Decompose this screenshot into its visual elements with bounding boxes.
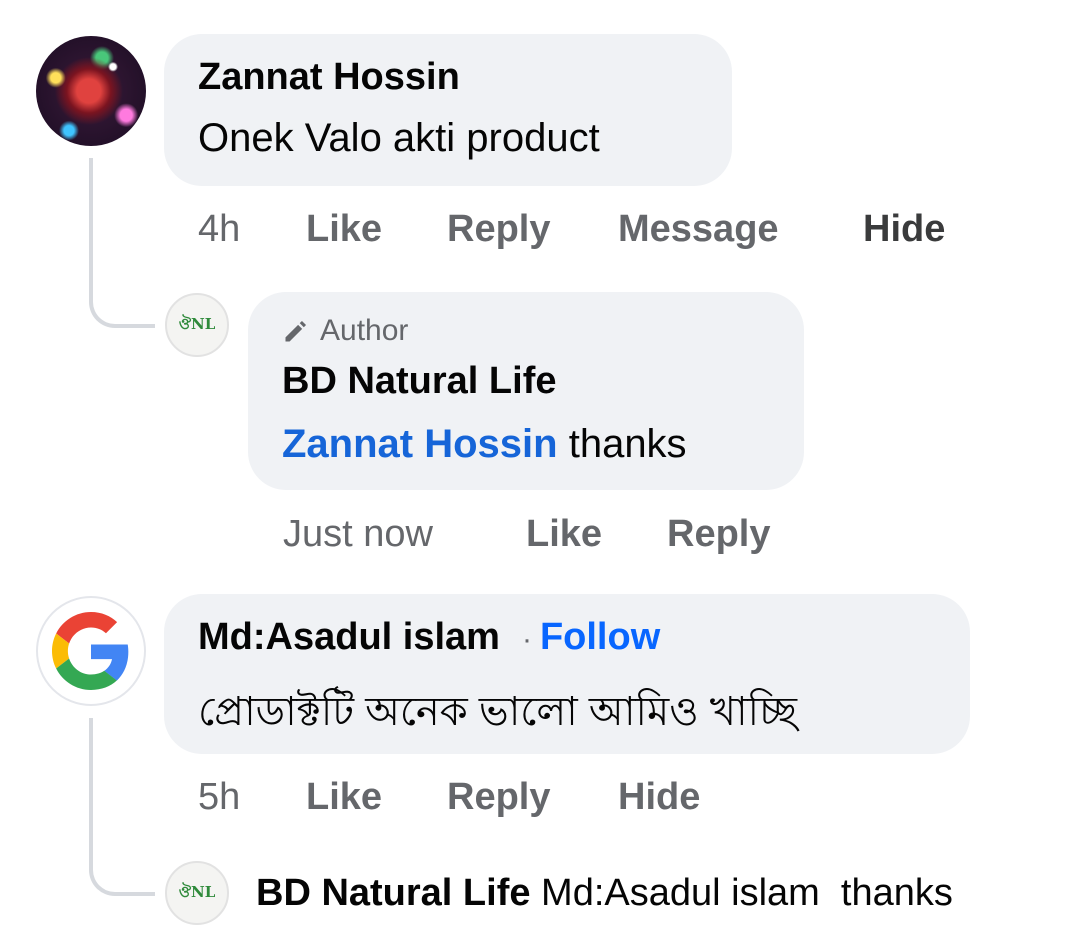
- comment-text: প্রোডাক্টটি অনেক ভালো আমিও খাচ্ছি: [198, 690, 797, 734]
- commenter-avatar[interactable]: [36, 36, 146, 146]
- reply-reply-button[interactable]: Reply: [667, 513, 770, 556]
- commenter-avatar[interactable]: [36, 596, 146, 706]
- follow-separator: ·: [521, 623, 532, 656]
- page-avatar[interactable]: ঔNL: [165, 861, 229, 925]
- reply-preview[interactable]: BD Natural Life Md:Asadul islam thanks: [256, 872, 953, 915]
- hide-button[interactable]: Hide: [618, 776, 700, 819]
- reply-button[interactable]: Reply: [447, 776, 550, 819]
- comment-bubble[interactable]: Md:Asadul islam · Follow প্রোডাক্টটি অনে…: [164, 594, 970, 754]
- reply-bubble[interactable]: Author BD Natural Life Zannat Hossin tha…: [248, 292, 804, 490]
- message-button[interactable]: Message: [618, 208, 779, 251]
- page-avatar[interactable]: ঔNL: [165, 293, 229, 357]
- page-logo-icon: ঔNL: [178, 314, 216, 333]
- reply-text-body: thanks: [557, 422, 687, 466]
- reply-time[interactable]: Just now: [283, 513, 433, 556]
- pencil-icon: [285, 320, 307, 342]
- comment-bubble[interactable]: Zannat Hossin Onek Valo akti product: [164, 34, 732, 186]
- comment-header: Md:Asadul islam · Follow: [198, 616, 660, 659]
- like-button[interactable]: Like: [306, 776, 382, 819]
- reply-like-button[interactable]: Like: [526, 513, 602, 556]
- author-badge-label: Author: [320, 314, 409, 347]
- reply-text: Zannat Hossin thanks: [282, 422, 687, 467]
- mention-link[interactable]: Zannat Hossin: [282, 422, 558, 466]
- reply-thread-line: [89, 158, 155, 328]
- comment-text: Onek Valo akti product: [198, 116, 600, 160]
- comment-author[interactable]: Zannat Hossin: [198, 56, 460, 99]
- author-badge: Author: [282, 314, 408, 348]
- google-g-logo-icon: [52, 612, 129, 690]
- comment-author[interactable]: Md:Asadul islam: [198, 616, 500, 659]
- reply-preview-author[interactable]: BD Natural Life: [256, 872, 530, 914]
- reply-thread-line: [89, 718, 155, 896]
- reply-button[interactable]: Reply: [447, 208, 550, 251]
- reply-preview-text: Md:Asadul islam thanks: [541, 872, 953, 914]
- like-button[interactable]: Like: [306, 208, 382, 251]
- page-logo-icon: ঔNL: [178, 882, 216, 901]
- comment-time[interactable]: 4h: [198, 208, 240, 251]
- comment-time[interactable]: 5h: [198, 776, 240, 819]
- hide-button[interactable]: Hide: [863, 208, 945, 251]
- follow-button[interactable]: Follow: [540, 616, 660, 659]
- reply-author[interactable]: BD Natural Life: [282, 360, 556, 403]
